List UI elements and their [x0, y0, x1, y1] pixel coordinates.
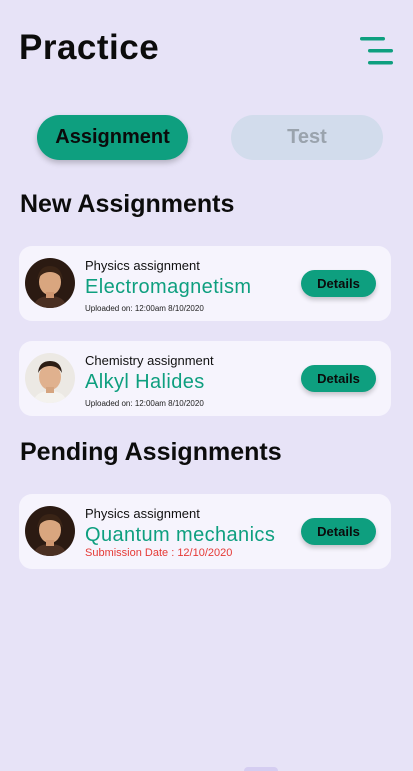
submission-date: Submission Date : 12/10/2020: [85, 547, 233, 559]
assignment-card[interactable]: Physics assignment Electromagnetism Uplo…: [19, 246, 391, 321]
details-button[interactable]: Details: [301, 270, 376, 297]
assignment-uploaded-date: Uploaded on: 12:00am 8/10/2020: [85, 304, 204, 313]
section-title-pending: Pending Assignments: [20, 438, 282, 466]
details-button[interactable]: Details: [301, 365, 376, 392]
menu-button[interactable]: [358, 34, 396, 68]
assignment-title: Quantum mechanics: [85, 524, 276, 546]
home-indicator: [244, 767, 278, 771]
tab-assignment[interactable]: Assignment: [37, 115, 188, 160]
assignment-title: Electromagnetism: [85, 276, 252, 298]
assignment-subject: Chemistry assignment: [85, 353, 214, 368]
assignment-subject: Physics assignment: [85, 258, 200, 273]
page-title: Practice: [19, 28, 160, 67]
female-avatar: [25, 258, 75, 308]
assignment-uploaded-date: Uploaded on: 12:00am 8/10/2020: [85, 399, 204, 408]
section-title-new: New Assignments: [20, 190, 235, 218]
menu-icon: [360, 37, 393, 65]
male-avatar: [25, 353, 75, 403]
assignment-subject: Physics assignment: [85, 506, 200, 521]
female-avatar: [25, 506, 75, 556]
assignment-card[interactable]: Physics assignment Quantum mechanics Sub…: [19, 494, 391, 569]
assignment-card[interactable]: Chemistry assignment Alkyl Halides Uploa…: [19, 341, 391, 416]
details-button[interactable]: Details: [301, 518, 376, 545]
tab-test[interactable]: Test: [231, 115, 383, 160]
assignment-title: Alkyl Halides: [85, 371, 205, 393]
